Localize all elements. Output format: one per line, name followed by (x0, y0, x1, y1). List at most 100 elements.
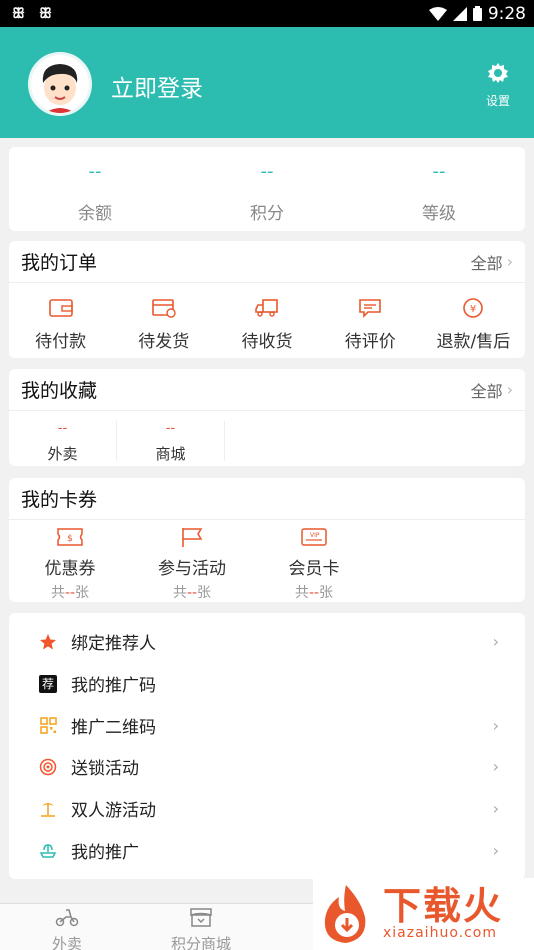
stat-label: 等级 (422, 204, 456, 224)
favorite-count: -- (57, 421, 68, 436)
menu-lock-activity[interactable]: 送锁活动 › (9, 746, 525, 788)
profile-header: 立即登录 设置 (0, 27, 534, 138)
order-label: 待评价 (344, 332, 396, 352)
coupon-discount[interactable]: $ 优惠券 共--张 (9, 524, 131, 602)
menu-label: 双人游活动 (71, 801, 156, 822)
menu-couple-trip[interactable]: 双人游活动 › (9, 788, 525, 830)
orders-header: 我的订单 全部 › (9, 241, 525, 283)
qrcode-icon (39, 716, 57, 734)
stat-label: 积分 (250, 204, 284, 224)
star-icon (40, 633, 56, 650)
favorite-label: 商城 (155, 445, 186, 463)
avatar[interactable] (28, 52, 92, 116)
chevron-right-icon: › (492, 757, 499, 777)
menu-bind-referrer[interactable]: 绑定推荐人 › (9, 621, 525, 663)
nav-label: 积分商城 (170, 935, 231, 950)
coupons-header: 我的卡券 (9, 478, 525, 520)
chevron-right-icon: › (492, 799, 499, 819)
menu-promo-qrcode[interactable]: 推广二维码 › (9, 704, 525, 746)
comment-icon (359, 299, 382, 318)
favorite-mall[interactable]: -- 商城 (117, 421, 225, 463)
login-link[interactable]: 立即登录 (111, 69, 203, 103)
battery-icon (472, 6, 482, 21)
nav-points-mall[interactable]: 积分商城 (134, 904, 268, 950)
svg-text:VIP: VIP (310, 532, 320, 539)
order-pending-review[interactable]: 待评价 (319, 295, 422, 352)
order-pending-shipment[interactable]: 待发货 (112, 295, 215, 352)
order-label: 待付款 (35, 332, 87, 352)
watermark-text: 下载火 xiazaihuo.com (383, 887, 503, 941)
nav-label: 外卖 (51, 935, 82, 950)
favorites-card: 我的收藏 全部 › -- 外卖 -- 商城 (9, 369, 525, 466)
flag-icon (182, 528, 203, 547)
order-pending-payment[interactable]: 待付款 (9, 295, 112, 352)
stat-value: -- (88, 161, 102, 182)
order-label: 待发货 (138, 332, 190, 352)
menu-promo-code[interactable]: 荐 我的推广码 (9, 663, 525, 705)
svg-text:$: $ (67, 534, 73, 544)
vip-card-icon: VIP (301, 528, 327, 546)
coupon-activity[interactable]: 参与活动 共--张 (131, 524, 253, 602)
menu-label: 我的推广 (71, 842, 139, 863)
settings-button[interactable]: 设置 (478, 61, 518, 109)
favorites-all-link[interactable]: 全部 › (471, 378, 513, 402)
order-refund[interactable]: ¥ 退款/售后 (422, 295, 525, 352)
watermark-title: 下载火 (383, 884, 504, 928)
coupon-icon: $ (57, 528, 83, 546)
menu-list: 绑定推荐人 › 荐 我的推广码 推广二维码 › 送锁活动 › 双人游活动 › 我… (9, 613, 525, 879)
coupon-count: 共--张 (172, 585, 212, 601)
menu-label: 送锁活动 (71, 759, 139, 780)
coupon-label: 参与活动 (158, 559, 226, 579)
coupons-card: 我的卡券 $ 优惠券 共--张 参与活动 共--张 VIP 会员卡 共--张 (9, 478, 525, 602)
chevron-right-icon: › (492, 632, 499, 652)
favorites-row: -- 外卖 -- 商城 (9, 411, 525, 463)
avatar-boy-icon (31, 55, 89, 113)
status-right: 9:28 (428, 3, 526, 24)
stat-value: -- (260, 161, 274, 182)
favorite-takeout[interactable]: -- 外卖 (9, 421, 117, 463)
menu-my-promotion[interactable]: 我的推广 › (9, 829, 525, 871)
clock: 9:28 (487, 3, 526, 24)
fountain-icon (39, 844, 57, 859)
truck-icon (255, 299, 278, 317)
notification-icon: ꕥ (12, 5, 25, 22)
flame-logo-icon (324, 885, 366, 943)
coupon-count: 共--张 (50, 585, 90, 601)
chevron-right-icon: › (506, 380, 513, 399)
chevron-right-icon: › (492, 840, 499, 860)
lock-gift-icon (39, 758, 57, 776)
stat-value: -- (432, 161, 446, 182)
stat-label: 余额 (78, 204, 112, 224)
all-label: 全部 (470, 253, 503, 273)
orders-all-link[interactable]: 全部 › (471, 250, 513, 274)
shop-icon (190, 908, 212, 927)
order-label: 待收货 (241, 332, 293, 352)
stat-points[interactable]: -- 积分 (181, 147, 353, 231)
chevron-right-icon: › (506, 252, 513, 271)
scooter-icon (55, 909, 79, 927)
wifi-icon (428, 6, 447, 21)
favorites-title: 我的收藏 (21, 380, 98, 402)
order-status-row: 待付款 待发货 待收货 待评价 ¥ 退款/售后 (9, 283, 525, 352)
watermark-url: xiazaihuo.com (383, 925, 497, 941)
coupons-title: 我的卡券 (21, 489, 98, 511)
orders-title: 我的订单 (21, 252, 98, 274)
nav-takeout[interactable]: 外卖 (0, 904, 134, 950)
stat-balance[interactable]: -- 余额 (9, 147, 181, 231)
beach-icon (41, 802, 55, 817)
stat-level[interactable]: -- 等级 (353, 147, 525, 231)
order-label: 退款/售后 (436, 332, 511, 352)
wallet-icon (48, 299, 73, 317)
svg-text:¥: ¥ (470, 304, 476, 315)
all-label: 全部 (470, 381, 503, 401)
coupon-count: 共--张 (294, 585, 334, 601)
gear-icon (488, 63, 508, 83)
recommend-badge-icon: 荐 (39, 674, 57, 693)
order-pending-receipt[interactable]: 待收货 (215, 295, 318, 352)
watermark: 下载火 xiazaihuo.com (313, 878, 534, 950)
coupons-row: $ 优惠券 共--张 参与活动 共--张 VIP 会员卡 共--张 (9, 520, 525, 602)
menu-label: 我的推广码 (71, 676, 156, 697)
coupon-member-card[interactable]: VIP 会员卡 共--张 (253, 524, 375, 602)
favorites-header: 我的收藏 全部 › (9, 369, 525, 411)
coupon-label: 优惠券 (44, 559, 96, 579)
